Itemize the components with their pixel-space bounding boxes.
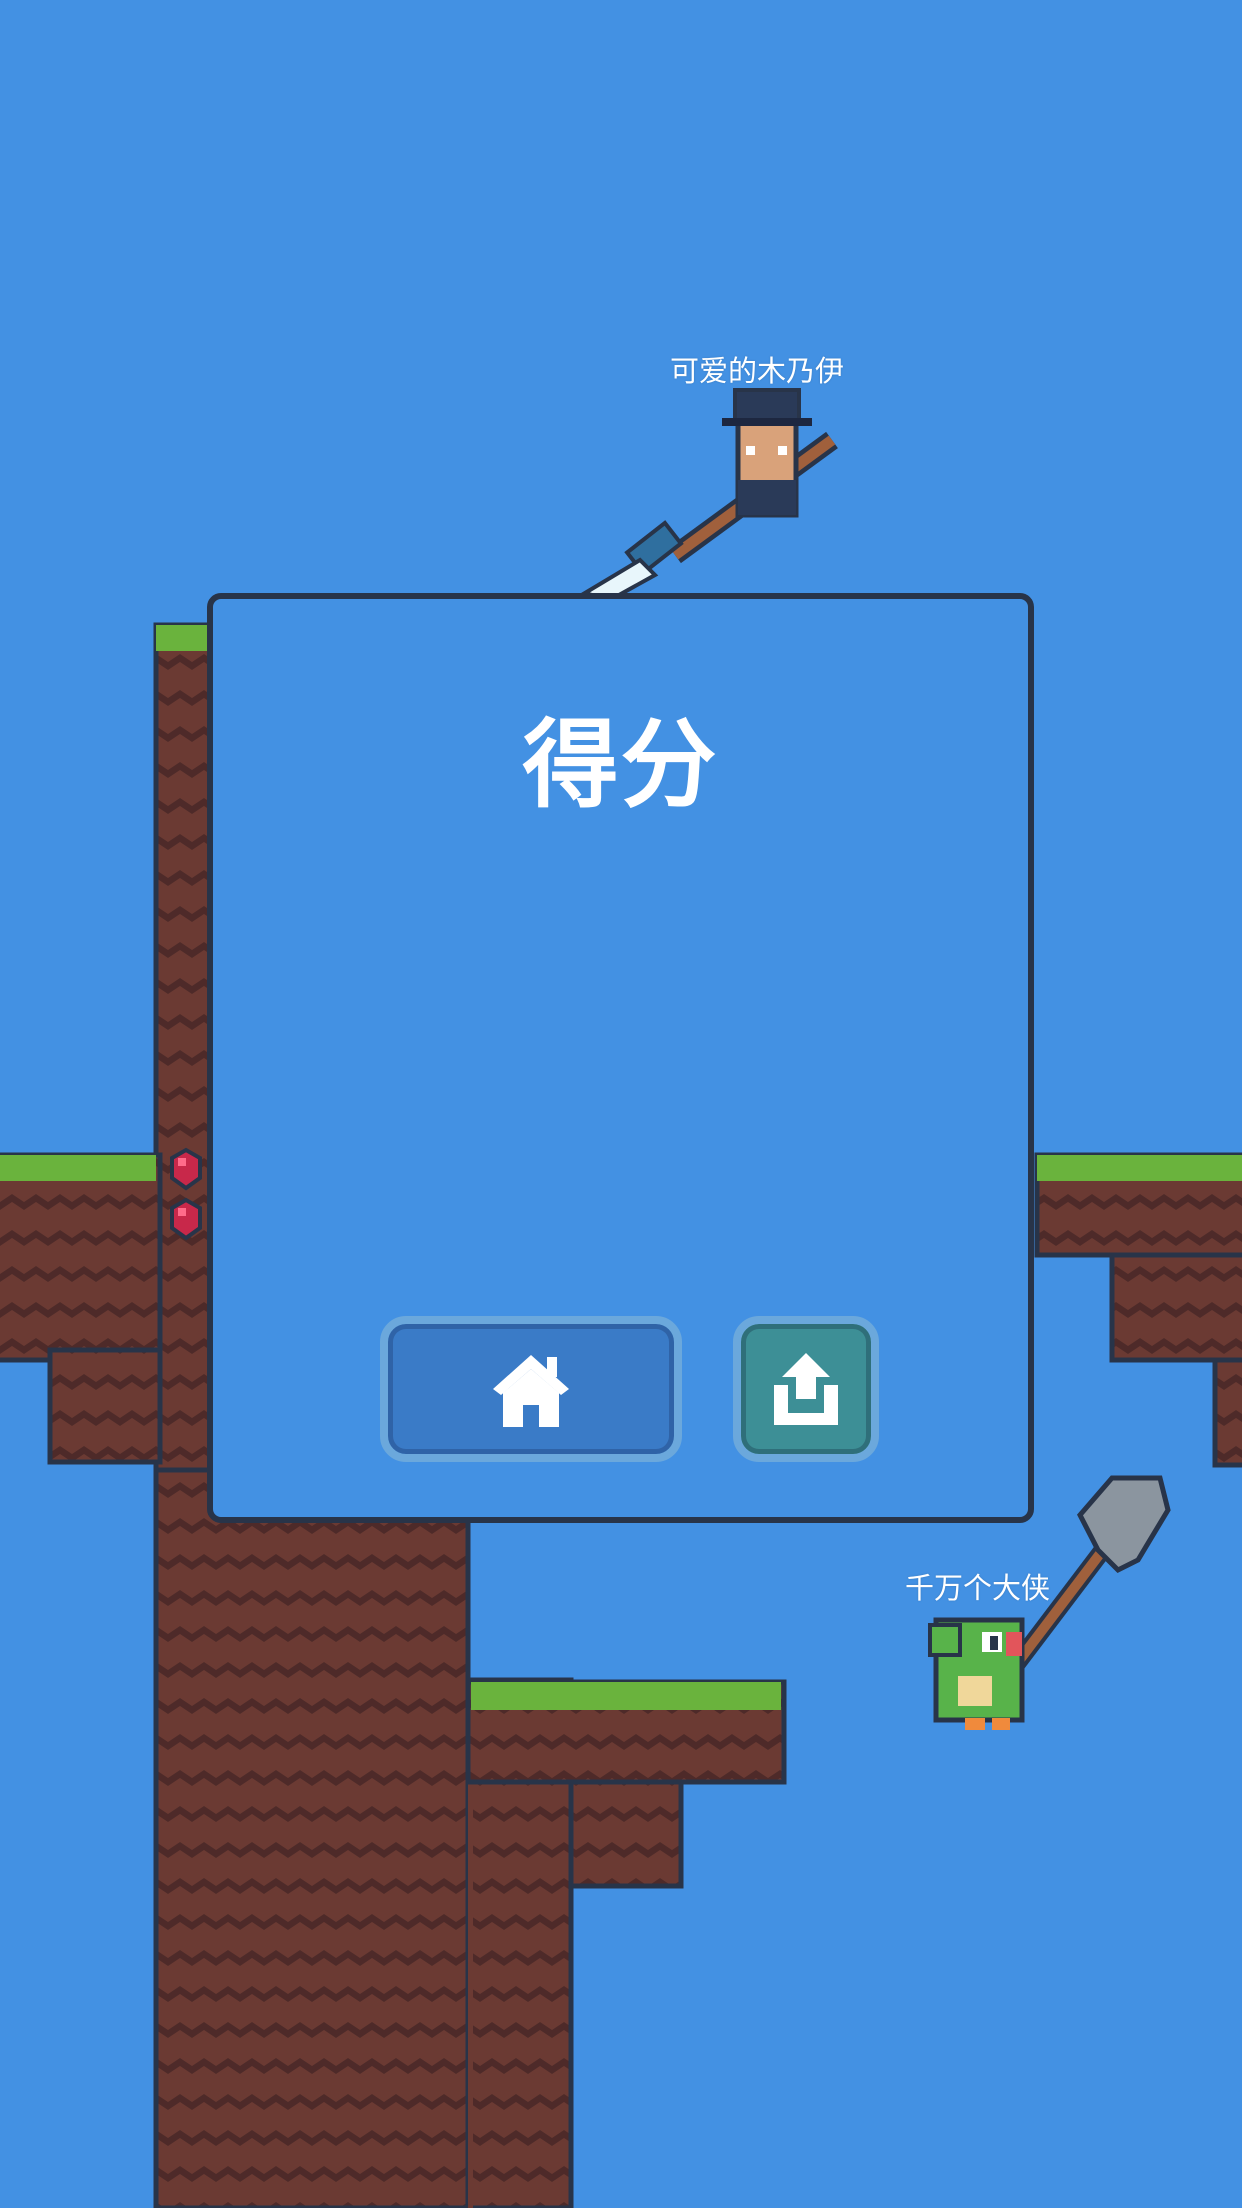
mummy-character — [579, 388, 838, 603]
gem-2 — [170, 1197, 202, 1241]
share-icon — [774, 1353, 838, 1425]
share-button[interactable] — [733, 1316, 879, 1462]
lower-column — [153, 1467, 574, 2208]
bottom-player-name: 千万个大侠 — [905, 1571, 1051, 1605]
home-button[interactable] — [380, 1316, 682, 1462]
top-player-name: 可爱的木乃伊 — [670, 354, 845, 388]
gem-1 — [170, 1147, 202, 1191]
left-ledge — [0, 1152, 163, 1465]
right-ledge — [1034, 1152, 1242, 1468]
score-title: 得分 — [522, 709, 719, 821]
home-icon — [493, 1355, 569, 1427]
score-panel: 得分 — [207, 593, 1034, 1523]
